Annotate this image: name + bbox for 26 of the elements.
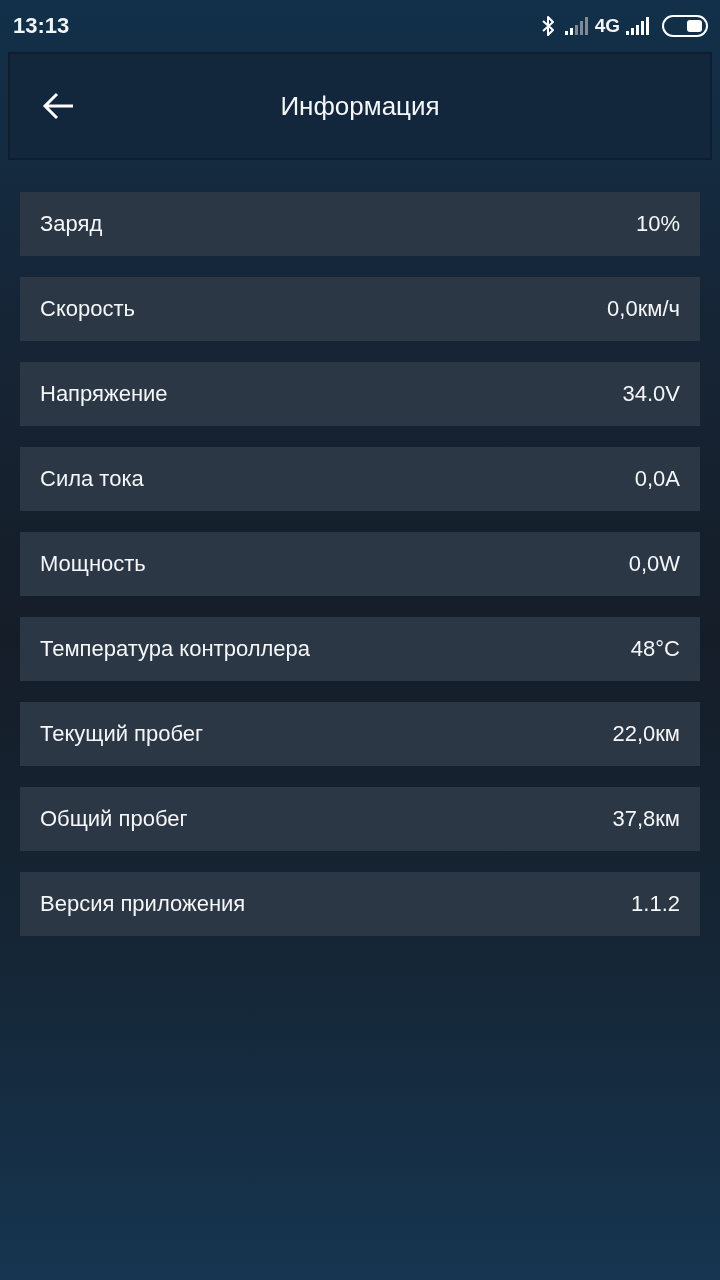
row-value: 34.0V (622, 381, 680, 407)
row-value: 1.1.2 (631, 891, 680, 917)
row-value: 0,0км/ч (607, 296, 680, 322)
row-value: 48°C (630, 636, 680, 662)
signal-icon (626, 17, 650, 35)
row-value: 37,8км (612, 806, 680, 832)
row-value: 10% (635, 211, 680, 237)
back-arrow-icon (42, 92, 74, 120)
battery-icon (662, 15, 708, 37)
signal-icon (564, 17, 589, 35)
row-label: Температура контроллера (40, 636, 311, 662)
row-label: Общий пробег (40, 806, 188, 832)
row-label: Напряжение (40, 381, 168, 407)
row-label: Мощность (40, 551, 146, 577)
row-label: Версия приложения (40, 891, 246, 917)
row-label: Скорость (40, 296, 135, 322)
row-label: Текущий пробег (40, 721, 204, 747)
network-type: 4G (594, 15, 620, 37)
row-label: Заряд (40, 211, 103, 237)
row-value: 0,0A (634, 466, 680, 492)
row-value: 22,0км (612, 721, 680, 747)
status-time: 13:13 (13, 13, 70, 39)
bluetooth-icon (540, 15, 555, 37)
row-value: 0,0W (628, 551, 680, 577)
row-label: Сила тока (40, 466, 144, 492)
page-title: Информация (280, 90, 440, 122)
